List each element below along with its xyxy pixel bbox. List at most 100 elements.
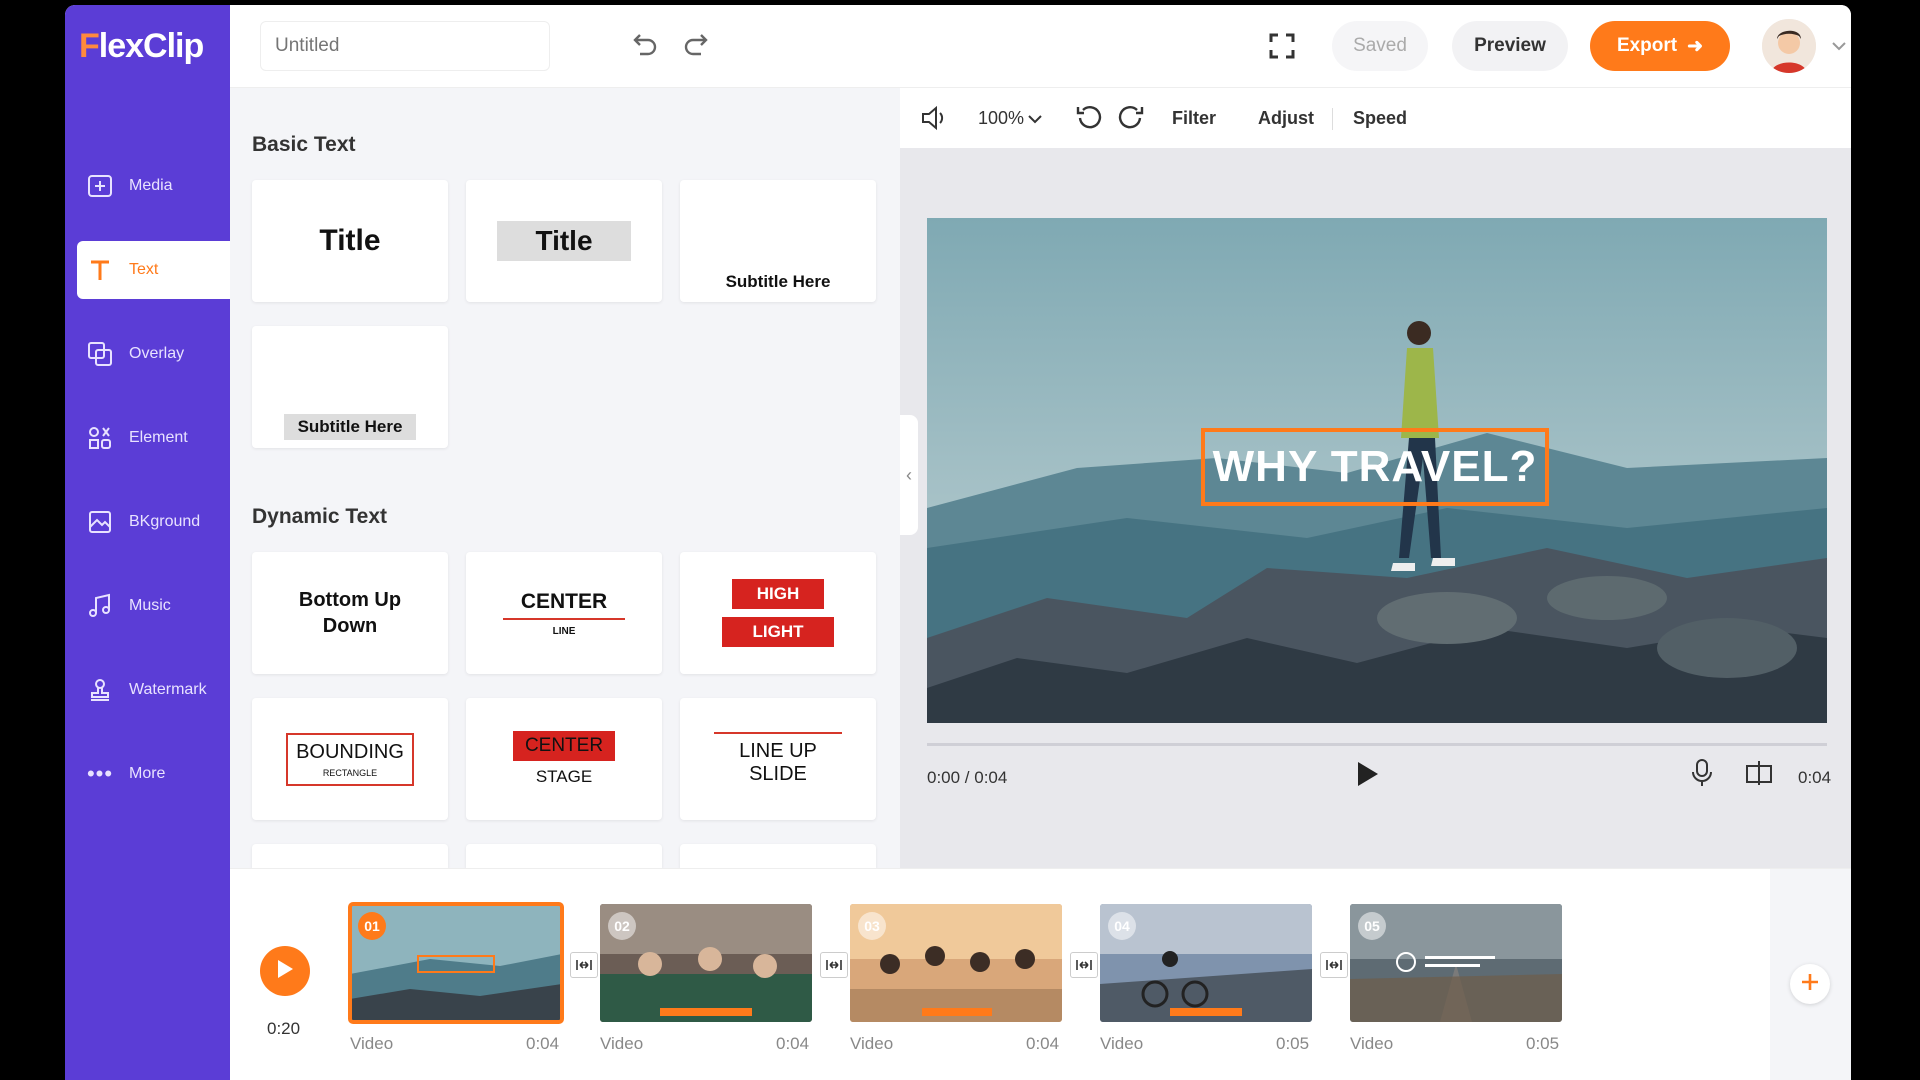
speed-button[interactable]: Speed bbox=[1353, 108, 1407, 129]
chevron-left-icon: ‹ bbox=[906, 464, 912, 485]
clip-label: Video bbox=[1100, 1034, 1144, 1053]
redo-icon[interactable] bbox=[680, 29, 714, 63]
sidebar-item-media[interactable]: Media bbox=[77, 157, 230, 215]
transition-icon[interactable] bbox=[1320, 952, 1348, 978]
project-title-input[interactable] bbox=[260, 21, 550, 71]
fullscreen-icon[interactable] bbox=[1265, 29, 1299, 63]
add-clip-button[interactable] bbox=[1790, 964, 1830, 1004]
text-card-partial[interactable] bbox=[680, 844, 876, 868]
time-position: 0:00 / 0:04 bbox=[927, 768, 1008, 787]
clip-number: 01 bbox=[358, 912, 386, 940]
playback-progress-bar[interactable] bbox=[927, 743, 1827, 746]
clip-number: 02 bbox=[608, 912, 636, 940]
clip-number: 05 bbox=[1358, 912, 1386, 940]
sidebar-item-label: BKground bbox=[129, 513, 201, 530]
timeline: 0:20 01 Video 0:04 02 Video 0:04 03 Vide… bbox=[230, 868, 1851, 1080]
text-card-center-line[interactable]: CENTER LINE bbox=[466, 552, 662, 674]
text-card-center-stage[interactable]: CENTER STAGE bbox=[466, 698, 662, 820]
undo-icon[interactable] bbox=[627, 29, 661, 63]
transition-icon[interactable] bbox=[1070, 952, 1098, 978]
collapse-panel-toggle[interactable]: ‹ bbox=[900, 415, 918, 535]
play-icon[interactable] bbox=[1356, 760, 1380, 793]
text-card-subtitle[interactable]: Subtitle Here bbox=[680, 180, 876, 302]
sidebar-item-more[interactable]: ••• More bbox=[77, 745, 230, 803]
section-title-dynamic-text: Dynamic Text bbox=[252, 505, 387, 528]
timeline-clip[interactable]: 04 bbox=[1100, 904, 1312, 1022]
video-canvas[interactable]: WHY TRAVEL? bbox=[927, 218, 1827, 723]
card-label: STAGE bbox=[535, 767, 593, 786]
sidebar-item-overlay[interactable]: Overlay bbox=[77, 325, 230, 383]
sidebar-item-music[interactable]: Music bbox=[77, 577, 230, 635]
sidebar-item-label: Music bbox=[129, 597, 171, 614]
adjust-button[interactable]: Adjust bbox=[1258, 108, 1314, 129]
saved-button[interactable]: Saved bbox=[1332, 21, 1428, 71]
rotate-right-icon[interactable] bbox=[1117, 104, 1145, 132]
element-icon bbox=[85, 423, 115, 453]
timeline-play-button[interactable] bbox=[260, 946, 310, 996]
text-card-title-boxed[interactable]: Title bbox=[466, 180, 662, 302]
zoom-select[interactable]: 100% bbox=[978, 108, 1042, 129]
sidebar-item-background[interactable]: BKground bbox=[77, 493, 230, 551]
preview-editor: 100% Filter Adjust Speed WHY TRAVEL? 0:0… bbox=[900, 88, 1851, 868]
clip-duration: 0:04 bbox=[776, 1034, 810, 1053]
clip-label: Video bbox=[1350, 1034, 1394, 1053]
filter-button[interactable]: Filter bbox=[1172, 108, 1216, 129]
sidebar-item-text[interactable]: Text bbox=[77, 241, 230, 299]
clip-duration: 0:05 bbox=[1276, 1034, 1310, 1053]
clip-duration: 0:04 bbox=[526, 1034, 560, 1053]
clip-label: Video bbox=[600, 1034, 644, 1053]
sidebar-item-label: Element bbox=[129, 429, 188, 446]
export-button[interactable]: Export ➜ bbox=[1590, 21, 1730, 71]
text-card-partial[interactable] bbox=[466, 844, 662, 868]
overlay-icon bbox=[85, 339, 115, 369]
text-card-subtitle-boxed[interactable]: Subtitle Here bbox=[252, 326, 448, 448]
card-label: CENTER bbox=[512, 731, 616, 761]
text-card-partial[interactable] bbox=[252, 844, 448, 868]
sidebar-item-label: More bbox=[129, 765, 166, 782]
watermark-icon bbox=[85, 675, 115, 705]
flexclip-logo[interactable]: FlexClip bbox=[79, 27, 204, 66]
timeline-clip[interactable]: 05 bbox=[1350, 904, 1562, 1022]
transition-icon[interactable] bbox=[820, 952, 848, 978]
card-label: LINE UP bbox=[739, 740, 817, 762]
plus-icon bbox=[1800, 972, 1820, 997]
sidebar-item-element[interactable]: Element bbox=[77, 409, 230, 467]
timeline-clip[interactable]: 03 bbox=[850, 904, 1062, 1022]
rotate-left-icon[interactable] bbox=[1075, 104, 1103, 132]
volume-icon[interactable] bbox=[920, 105, 950, 131]
chevron-down-icon[interactable] bbox=[1822, 29, 1851, 63]
sidebar-item-label: Watermark bbox=[129, 681, 207, 698]
transition-icon[interactable] bbox=[570, 952, 598, 978]
card-label: LIGHT bbox=[722, 617, 834, 647]
preview-button[interactable]: Preview bbox=[1452, 21, 1568, 71]
clip-label: Video bbox=[350, 1034, 394, 1053]
text-card-bottom-up-down[interactable]: Bottom Up Down bbox=[252, 552, 448, 674]
background-icon bbox=[85, 507, 115, 537]
timeline-clip[interactable]: 01 bbox=[348, 902, 564, 1024]
text-card-highlight[interactable]: HIGH LIGHT bbox=[680, 552, 876, 674]
clip-number: 04 bbox=[1108, 912, 1136, 940]
sidebar-item-label: Media bbox=[129, 177, 173, 194]
export-label: Export bbox=[1616, 35, 1678, 56]
microphone-icon[interactable] bbox=[1691, 758, 1713, 793]
more-icon: ••• bbox=[86, 761, 114, 786]
text-panel: Basic Text Title Title Subtitle Here Sub… bbox=[230, 88, 900, 868]
overlay-text-box[interactable]: WHY TRAVEL? bbox=[1201, 428, 1549, 506]
card-label: Title bbox=[319, 224, 381, 257]
clip-duration: 0:04 bbox=[1798, 768, 1832, 787]
text-card-line-up-slide[interactable]: LINE UP SLIDE bbox=[680, 698, 876, 820]
sidebar-item-watermark[interactable]: Watermark bbox=[77, 661, 230, 719]
user-avatar[interactable] bbox=[1762, 19, 1816, 73]
text-card-title[interactable]: Title bbox=[252, 180, 448, 302]
arrow-right-icon: ➜ bbox=[1687, 35, 1704, 57]
split-icon[interactable] bbox=[1745, 760, 1773, 791]
card-label: Bottom Up Down bbox=[298, 589, 402, 637]
toolbar-divider bbox=[1332, 108, 1333, 130]
clip-duration: 0:04 bbox=[1026, 1034, 1060, 1053]
timeline-clip[interactable]: 02 bbox=[600, 904, 812, 1022]
text-card-bounding-rectangle[interactable]: BOUNDING RECTANGLE bbox=[252, 698, 448, 820]
music-icon bbox=[85, 591, 115, 621]
clip-number: 03 bbox=[858, 912, 886, 940]
media-icon bbox=[85, 171, 115, 201]
card-label: CENTER bbox=[502, 590, 626, 620]
